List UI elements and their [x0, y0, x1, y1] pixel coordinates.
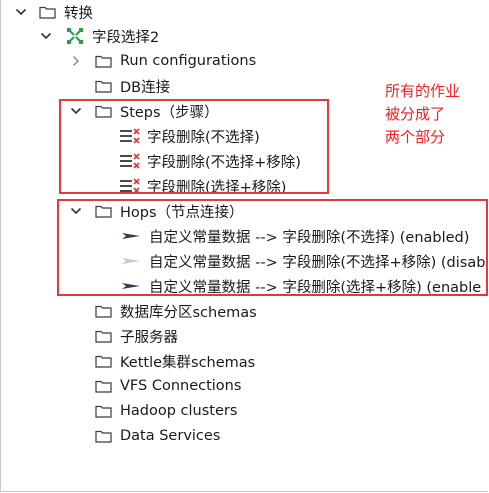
tree-item-transformation[interactable]: 字段选择2 — [66, 24, 159, 48]
tree-item-label: 数据库分区schemas — [120, 304, 257, 321]
tree-item-vfs-connections[interactable]: VFS Connections — [95, 374, 241, 398]
tree-item-label: Data Services — [120, 428, 221, 444]
transformation-icon — [67, 28, 83, 44]
tree-item-hadoop-clusters[interactable]: Hadoop clusters — [95, 399, 237, 423]
tree-item-label: 转换 — [64, 5, 93, 22]
folder-icon — [95, 380, 112, 393]
tree-item-partition-schemas[interactable]: 数据库分区schemas — [95, 299, 257, 323]
tree-item-label: Hadoop clusters — [120, 403, 238, 419]
tree-item-slave-servers[interactable]: 子服务器 — [95, 324, 178, 348]
folder-icon — [95, 430, 112, 443]
folder-icon — [95, 80, 112, 93]
tree-item-cluster-schemas[interactable]: Kettle集群schemas — [95, 349, 255, 373]
annotation-box-steps — [59, 99, 329, 194]
tree-item-label: 字段选择2 — [92, 29, 160, 46]
chevron-right-icon[interactable] — [69, 49, 83, 73]
tree-item-data-services[interactable]: Data Services — [95, 424, 220, 448]
chevron-down-icon[interactable] — [14, 0, 28, 24]
annotation-line: 被分成了 — [385, 105, 446, 123]
annotation-box-hops — [57, 199, 488, 296]
tree-item-label: VFS Connections — [120, 378, 242, 394]
folder-icon — [95, 405, 112, 418]
folder-icon — [95, 55, 112, 68]
tree-item-label: Run configurations — [120, 53, 257, 69]
tree-item-label: 子服务器 — [120, 329, 178, 346]
tree-item-run-configurations[interactable]: Run configurations — [95, 49, 256, 73]
tree-item-label: Kettle集群schemas — [120, 354, 256, 371]
tree-item-label: DB连接 — [120, 79, 171, 96]
annotation-note: 所有的作业 被分成了 两个部分 — [385, 80, 460, 149]
folder-icon — [95, 305, 112, 318]
tree-item-root[interactable]: 转换 — [39, 0, 93, 24]
annotation-line: 两个部分 — [385, 128, 446, 146]
tree-item-db-connections[interactable]: DB连接 — [95, 74, 170, 98]
annotation-line: 所有的作业 — [385, 82, 461, 100]
chevron-down-icon[interactable] — [39, 24, 53, 48]
folder-icon — [95, 330, 112, 343]
folder-icon — [95, 355, 112, 368]
folder-icon — [39, 6, 56, 19]
